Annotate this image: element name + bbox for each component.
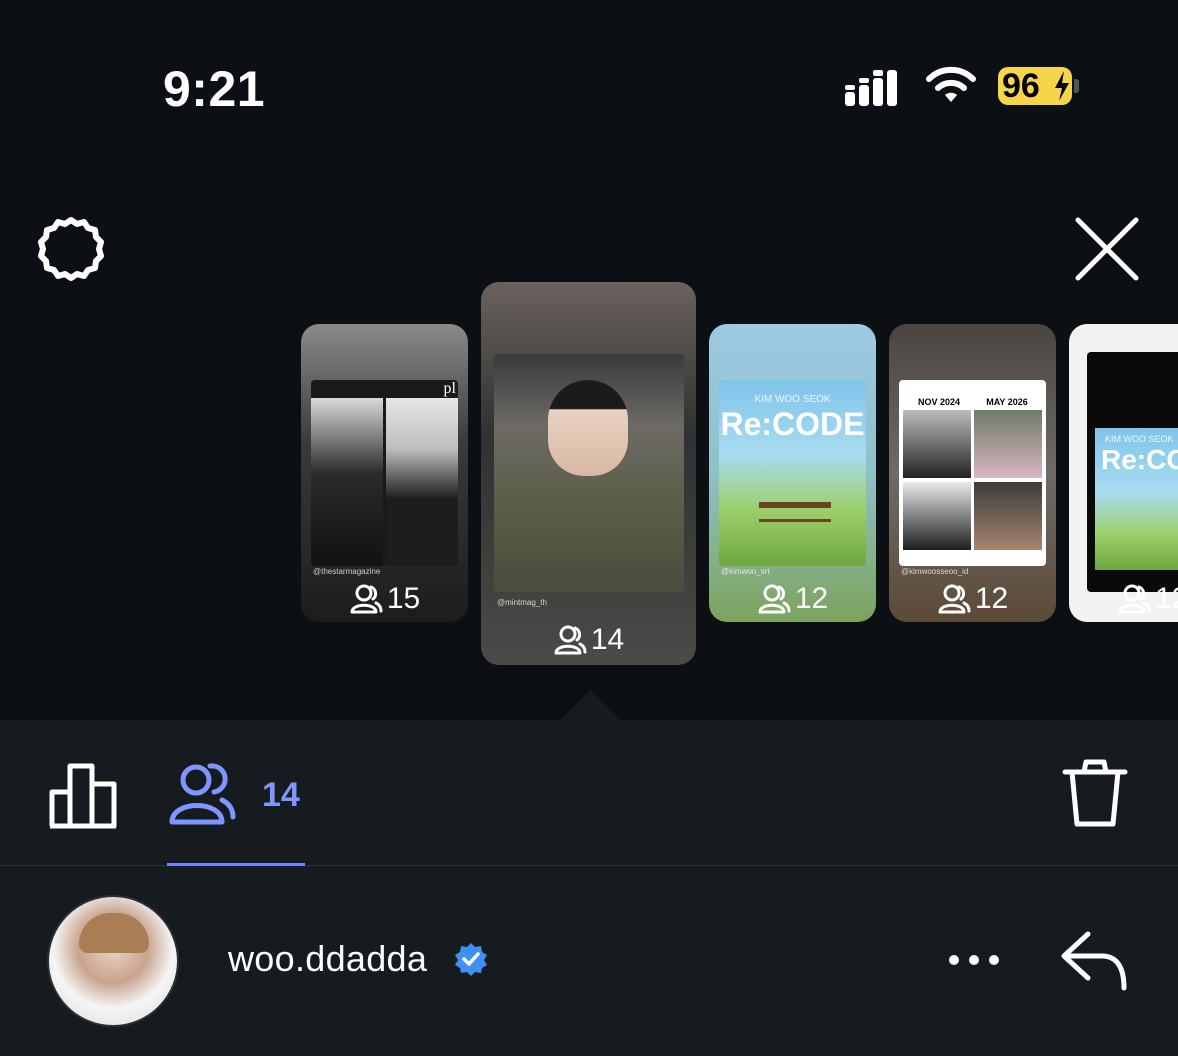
story-viewer-count: 12	[794, 582, 829, 615]
username[interactable]: woo.ddadda	[228, 938, 427, 980]
story-viewers: 15	[301, 582, 468, 616]
more-options-button[interactable]	[946, 940, 1002, 980]
thumb-mark: pl	[443, 380, 456, 397]
trash-icon	[1062, 759, 1128, 827]
story-card[interactable]: NOV 2024 MAY 2026 @kimwoosseoo_id 12	[889, 324, 1056, 622]
story-handle: @mintmag_th	[497, 598, 547, 607]
thumb-subtitle: KIM WOO SEOK	[754, 394, 831, 405]
signal-icon	[845, 70, 897, 106]
thumb-right-photo	[386, 398, 458, 566]
verified-badge-icon	[455, 943, 487, 976]
viewers-icon	[1118, 584, 1151, 614]
story-viewer-count: 14	[590, 623, 625, 656]
story-card[interactable]: pl @thestarmagazine 15	[301, 324, 468, 622]
viewers-icon	[758, 584, 791, 614]
insights-button[interactable]	[48, 760, 118, 830]
story-thumbnail: KIM WOO SEOK Re:CO	[1087, 352, 1178, 592]
story-card[interactable]: KIM WOO SEOK Re:CO 12	[1069, 324, 1178, 622]
thumb-bench	[759, 502, 831, 522]
thumb-label-left: NOV 2024	[917, 397, 961, 407]
thumb-photo	[974, 410, 1042, 478]
avatar-hair	[79, 913, 149, 953]
battery-level: 96	[1002, 66, 1040, 105]
thumb-left-photo	[311, 398, 383, 566]
thumb-title: Re:CO	[1101, 444, 1178, 475]
story-card[interactable]: KIM WOO SEOK Re:CODE @kimwoo_srt 12	[709, 324, 876, 622]
close-icon	[1075, 217, 1139, 281]
story-viewers: 12	[1069, 582, 1178, 616]
wifi-icon	[926, 66, 976, 102]
selected-story-pointer	[560, 690, 620, 720]
thumb-poster: KIM WOO SEOK Re:CO	[1095, 428, 1178, 570]
story-viewers: 12	[889, 582, 1056, 616]
gear-icon	[38, 217, 104, 281]
close-button[interactable]	[1072, 214, 1142, 284]
thumb-photo	[903, 410, 971, 478]
story-handle: @kimwoosseoo_id	[901, 567, 969, 576]
viewers-count: 14	[262, 775, 300, 814]
viewers-icon	[169, 763, 236, 825]
reply-button[interactable]	[1058, 928, 1130, 992]
viewers-icon	[350, 584, 383, 614]
viewers-icon	[554, 625, 587, 655]
bar-chart-icon	[49, 763, 117, 829]
active-tab-indicator	[167, 863, 305, 866]
story-viewer-count: 15	[386, 582, 421, 615]
delete-button[interactable]	[1060, 758, 1130, 830]
story-viewer-count: 12	[1155, 582, 1178, 615]
thumb-label-right: MAY 2026	[986, 397, 1028, 407]
avatar[interactable]	[47, 895, 179, 1027]
battery-nub	[1074, 79, 1079, 93]
reply-icon	[1061, 931, 1127, 991]
tab-viewers[interactable]: 14	[166, 758, 306, 832]
story-thumbnail: NOV 2024 MAY 2026	[899, 380, 1046, 566]
battery-charging-icon	[1055, 71, 1069, 101]
story-thumbnail	[494, 354, 684, 592]
more-icon	[949, 955, 999, 965]
status-time: 9:21	[163, 61, 266, 117]
story-viewers: 12	[709, 582, 876, 616]
thumb-photo	[903, 482, 971, 550]
thumb-photo	[974, 482, 1042, 550]
story-viewers: 14	[481, 623, 696, 657]
viewers-icon	[938, 584, 971, 614]
story-thumbnail: pl	[311, 380, 458, 566]
story-handle: @kimwoo_srt	[721, 567, 770, 576]
settings-button[interactable]	[36, 214, 106, 284]
thumb-title: Re:CODE	[720, 406, 865, 442]
battery-indicator: 96	[998, 67, 1072, 105]
story-viewer-count: 12	[974, 582, 1009, 615]
story-viewer-screen: 9:21 96 pl @thestarmagazine 15 @mintmag_…	[0, 0, 1178, 1056]
story-card-selected[interactable]: @mintmag_th 14	[481, 282, 696, 665]
story-handle: @thestarmagazine	[313, 567, 381, 576]
story-thumbnail: KIM WOO SEOK Re:CODE	[719, 380, 866, 566]
thumb-face	[548, 380, 628, 476]
thumb-subtitle: KIM WOO SEOK	[1105, 434, 1174, 444]
